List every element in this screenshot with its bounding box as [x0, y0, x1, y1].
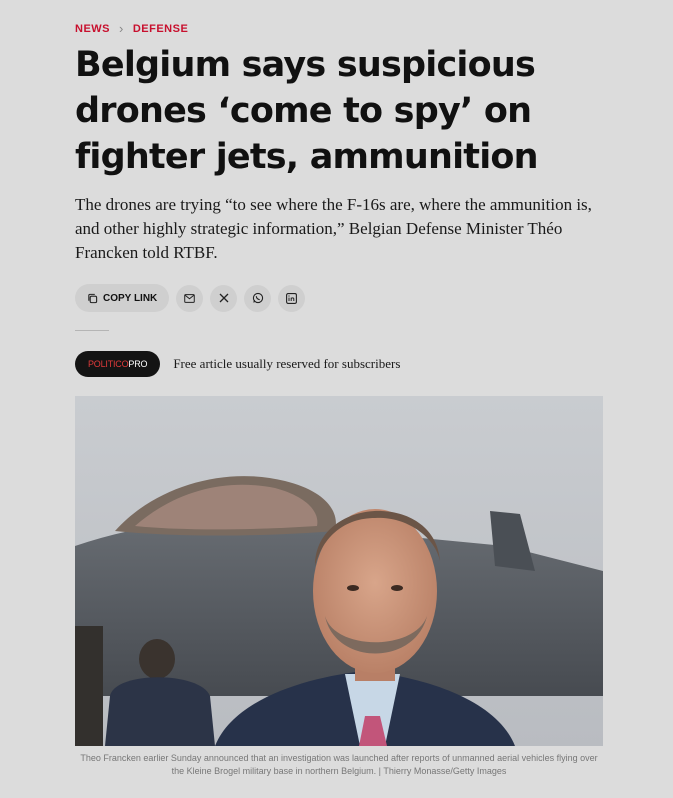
divider: [75, 330, 109, 331]
badge-suffix: PRO: [128, 359, 148, 369]
photo-illustration: [75, 396, 603, 746]
email-share-button[interactable]: [176, 284, 204, 312]
badge-brand: POLITICO: [88, 359, 129, 369]
pro-notice-text: Free article usually reserved for subscr…: [173, 356, 401, 371]
copy-link-label: COPY LINK: [103, 292, 158, 304]
breadcrumb-defense[interactable]: DEFENSE: [133, 23, 188, 35]
email-icon: [184, 293, 196, 303]
x-share-button[interactable]: [210, 284, 238, 312]
breadcrumb-news[interactable]: NEWS: [75, 23, 110, 35]
article-photo: [75, 396, 603, 746]
headline: Belgium says suspicious drones ‘come to …: [75, 45, 539, 177]
share-bar: COPY LINK: [75, 284, 306, 312]
photo-caption: Theo Francken earlier Sunday announced t…: [80, 753, 598, 776]
politico-pro-badge[interactable]: POLITICO PRO: [75, 351, 161, 377]
x-icon: [219, 293, 229, 303]
article-dek: The drones are trying “to see where the …: [75, 195, 592, 262]
copy-link-button[interactable]: COPY LINK: [75, 284, 170, 312]
linkedin-icon: [286, 292, 298, 304]
whatsapp-share-button[interactable]: [244, 284, 272, 312]
breadcrumb: NEWS › DEFENSE: [75, 21, 188, 36]
pro-notice: POLITICO PRO Free article usually reserve…: [75, 351, 400, 377]
copy-icon: [87, 293, 98, 304]
linkedin-share-button[interactable]: [278, 284, 306, 312]
chevron-right-icon: ›: [119, 21, 124, 36]
whatsapp-icon: [252, 292, 264, 304]
